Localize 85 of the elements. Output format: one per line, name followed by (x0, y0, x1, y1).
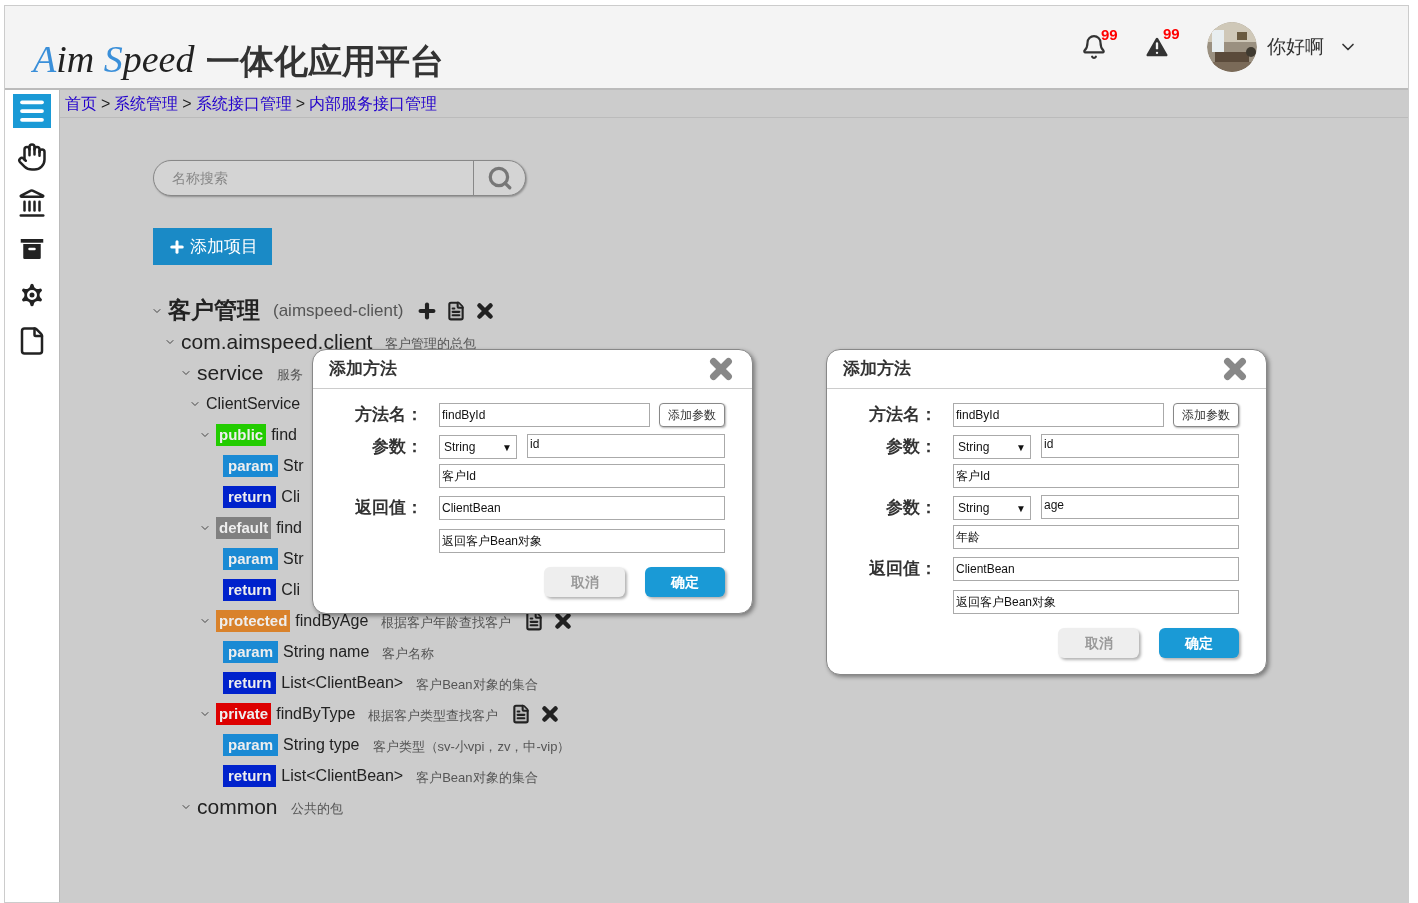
node-label: findByType (276, 703, 356, 724)
input-field[interactable]: findById (953, 403, 1164, 427)
access-badge: protected (216, 609, 291, 632)
node-label: ClientService (206, 393, 301, 414)
node-label: Str (283, 455, 304, 476)
node-label: find (276, 517, 302, 538)
field-label: 参数： (885, 497, 937, 519)
tag-badge: return (223, 485, 277, 508)
type-select[interactable]: String ▼ (953, 496, 1031, 520)
node-label: Cli (281, 579, 300, 600)
input-field[interactable]: 返回客户Bean对象 (953, 590, 1239, 614)
node-note: 根据客户类型查找客户 (368, 706, 499, 725)
node-label: Cli (281, 486, 300, 507)
document-icon[interactable] (511, 703, 532, 724)
tag-badge: param (223, 547, 279, 570)
node-label: find (271, 424, 297, 445)
input-field[interactable]: id (527, 434, 725, 458)
field-label: 返回值： (868, 558, 937, 580)
node-label: Str (283, 548, 304, 569)
tag-badge: param (223, 454, 279, 477)
breadcrumb-separator: > (101, 93, 111, 114)
hand-icon (17, 142, 47, 172)
count-label: 99 (1101, 25, 1118, 45)
field-label: 参数： (371, 436, 423, 458)
dialog-title: 添加方法 (329, 358, 397, 381)
dialog-title: 添加方法 (843, 358, 911, 381)
node-label: List<ClientBean> (281, 765, 404, 786)
breadcrumb-separator: > (295, 93, 306, 114)
tag-badge: param (223, 733, 279, 756)
tag-badge: return (223, 764, 277, 787)
input-field[interactable]: 客户Id (439, 464, 725, 488)
field-label: 方法名： (354, 404, 423, 426)
logo: Aim Speed (33, 40, 195, 78)
node-label: service (197, 359, 264, 386)
node-label: String type (283, 734, 360, 755)
tag-badge: return (223, 578, 277, 601)
input-field[interactable]: 返回客户Bean对象 (439, 529, 725, 553)
add-project-button[interactable]: 添加项目 (153, 228, 272, 265)
input-field[interactable]: ClientBean (953, 557, 1239, 581)
input-field[interactable]: id (1041, 434, 1239, 458)
tag-badge: return (223, 671, 277, 694)
document-icon[interactable] (446, 300, 467, 321)
input-field[interactable]: age (1041, 495, 1239, 519)
add-param-button[interactable]: 添加参数 (659, 403, 725, 427)
caret-icon: ▼ (502, 439, 512, 455)
node-note: 客户类型（sv-小vpi，zv，中-vip） (372, 737, 571, 756)
breadcrumb-link[interactable]: 系统管理 (114, 91, 179, 116)
plus-icon (167, 237, 186, 256)
node-note: 客户名称 (382, 644, 435, 663)
user-name: 你好啊 (1267, 34, 1324, 59)
node-note: 服务 (276, 365, 303, 384)
count-label: 99 (1163, 24, 1180, 44)
caret-icon: ▼ (1016, 439, 1026, 455)
breadcrumb-separator: > (182, 93, 192, 114)
input-field[interactable]: 年龄 (953, 525, 1239, 549)
node-note: 客户Bean对象的集合 (416, 675, 538, 694)
bank-icon (17, 188, 47, 218)
access-badge: public (216, 423, 267, 446)
field-label: 返回值： (354, 497, 423, 519)
node-note: 公共的包 (290, 799, 343, 818)
type-select[interactable]: String ▼ (953, 435, 1031, 459)
node-label: List<ClientBean> (281, 672, 404, 693)
access-badge: private (216, 702, 272, 725)
access-badge: default (216, 516, 272, 539)
node-note: 根据客户年龄查找客户 (381, 613, 512, 632)
node-label: common (197, 793, 278, 820)
breadcrumb-link[interactable]: 系统接口管理 (195, 91, 292, 116)
app-title: 一体化应用平台 (206, 44, 445, 78)
breadcrumb-link[interactable]: 内部服务接口管理 (309, 91, 438, 116)
input-field[interactable]: ClientBean (439, 496, 725, 520)
node-label: String name (283, 641, 370, 662)
node-label: findByAge (295, 610, 369, 631)
breadcrumb-link[interactable]: 首页 (65, 91, 97, 116)
node-label: com.aimspeed.client (181, 328, 373, 355)
node-note: (aimspeed-client) (273, 299, 404, 322)
type-select[interactable]: String ▼ (439, 435, 517, 459)
node-label: 客户管理 (168, 296, 260, 326)
node-note: 客户Bean对象的集合 (416, 768, 538, 787)
field-label: 参数： (885, 436, 937, 458)
input-field[interactable]: findById (439, 403, 650, 427)
tag-badge: param (223, 640, 279, 663)
input-field[interactable]: 客户Id (953, 464, 1239, 488)
field-label: 方法名： (868, 404, 937, 426)
caret-icon: ▼ (1016, 500, 1026, 516)
add-param-button[interactable]: 添加参数 (1173, 403, 1239, 427)
